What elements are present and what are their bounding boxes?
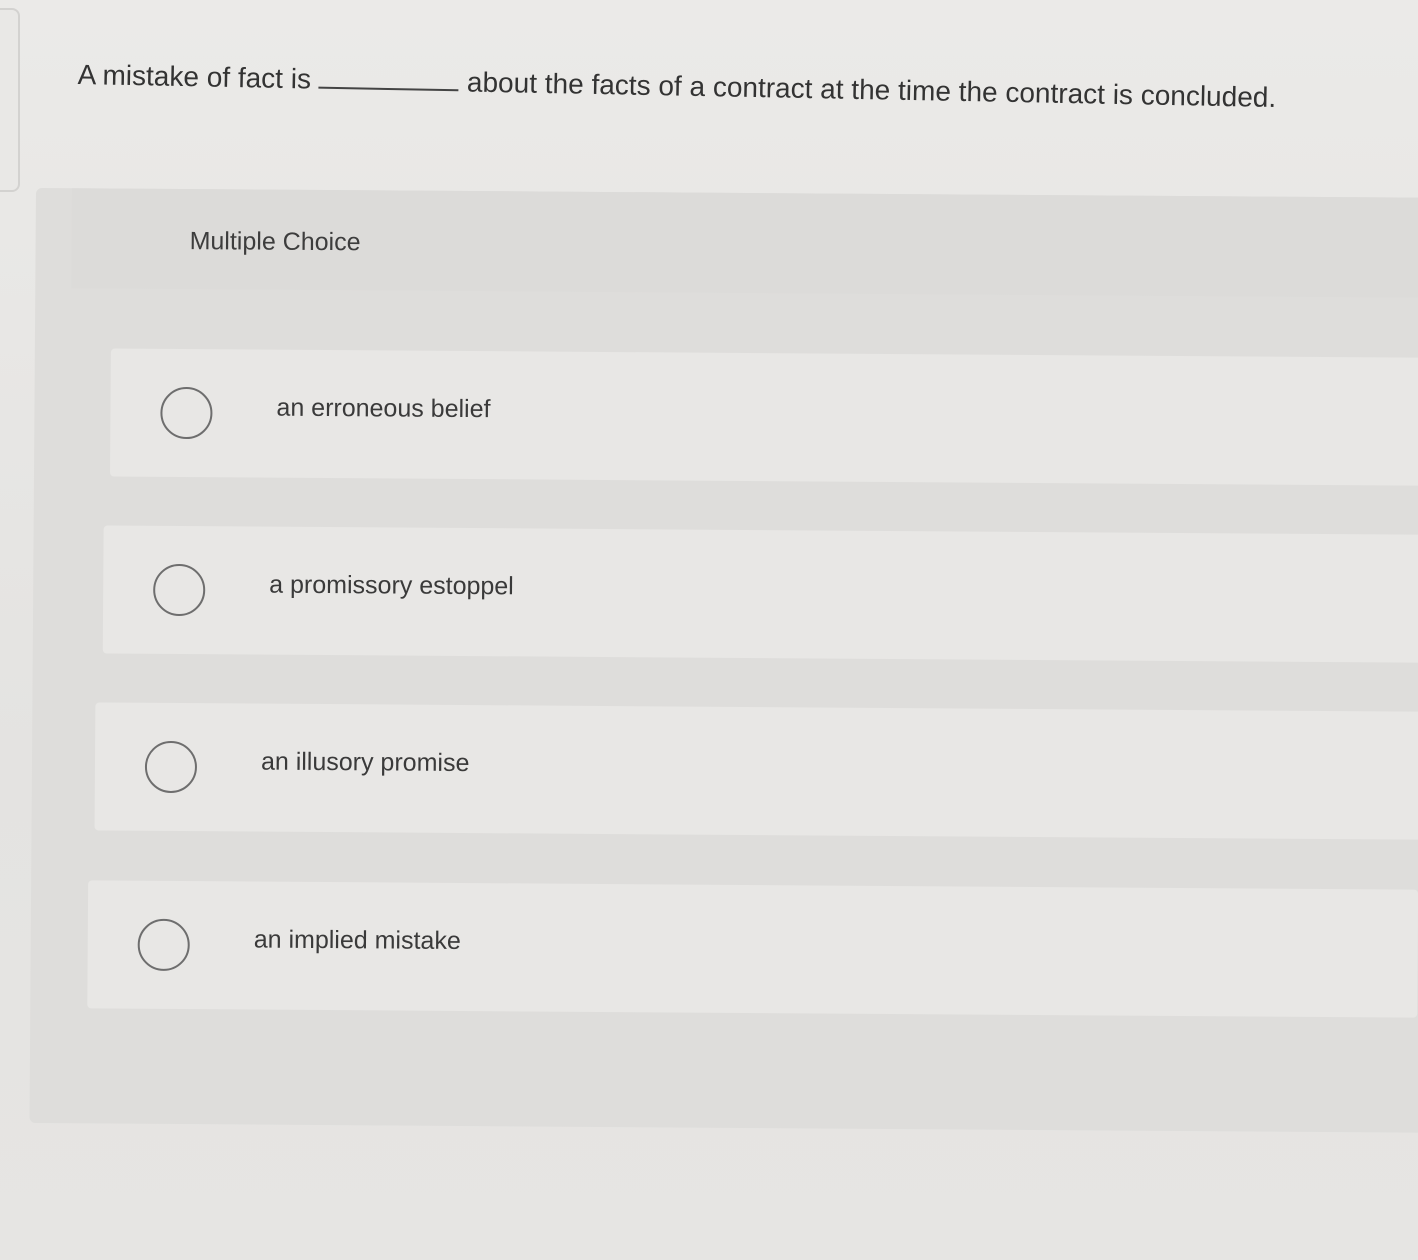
question-blank (318, 60, 460, 92)
left-panel-edge (0, 8, 20, 192)
question-text-after: about the facts of a contract at the tim… (466, 66, 1277, 114)
option-label: an erroneous belief (276, 393, 491, 424)
question-prompt: A mistake of fact is about the facts of a… (77, 55, 1378, 120)
page: A mistake of fact is about the facts of a… (0, 0, 1418, 1260)
option-label: a promissory estoppel (269, 570, 514, 601)
option-label: an illusory promise (260, 747, 470, 778)
option-row-promissory-estoppel[interactable]: a promissory estoppel (102, 525, 1418, 663)
radio-button[interactable] (137, 918, 190, 972)
radio-button[interactable] (144, 740, 198, 794)
option-row-illusory-promise[interactable]: an illusory promise (94, 702, 1418, 840)
multiple-choice-label: Multiple Choice (189, 227, 361, 257)
radio-button[interactable] (160, 386, 213, 440)
question-text-before: A mistake of fact is (77, 58, 312, 95)
radio-button[interactable] (153, 563, 206, 617)
option-label: an implied mistake (253, 925, 461, 955)
multiple-choice-header: Multiple Choice (71, 188, 1418, 298)
option-row-erroneous-belief[interactable]: an erroneous belief (109, 348, 1418, 486)
option-row-implied-mistake[interactable]: an implied mistake (87, 880, 1418, 1018)
multiple-choice-panel: Multiple Choice an erroneous belief a pr… (29, 188, 1418, 1133)
